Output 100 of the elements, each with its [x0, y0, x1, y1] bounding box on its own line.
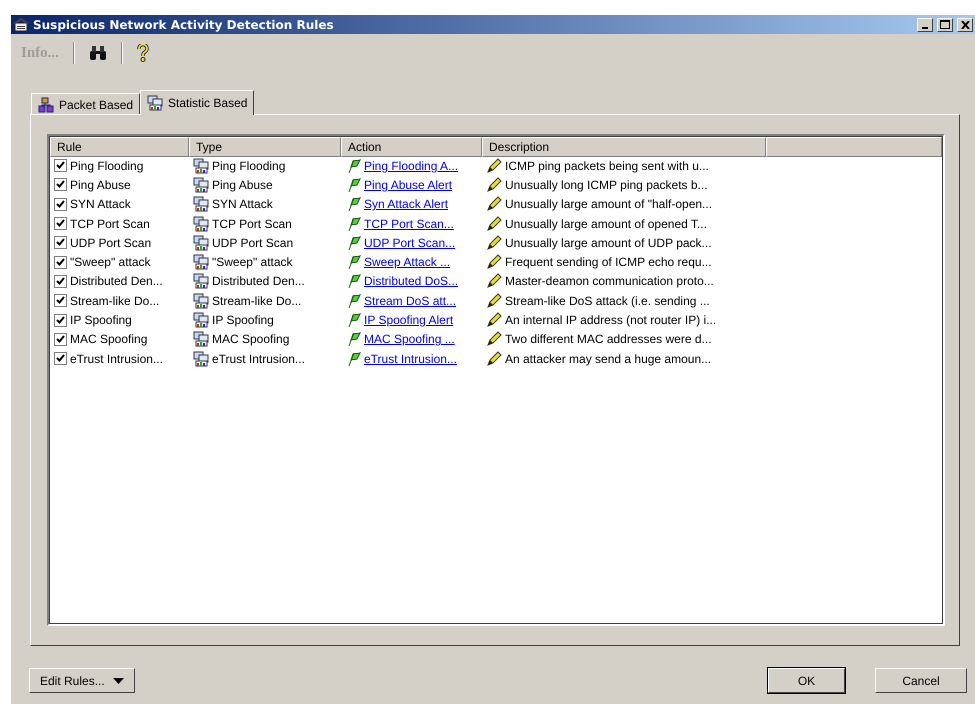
action-link[interactable]: Syn Attack Alert [364, 197, 448, 212]
pencil-icon [486, 312, 502, 328]
checkbox[interactable] [54, 198, 67, 211]
rule-type: IP Spoofing [212, 313, 274, 328]
rule-type: eTrust Intrusion... [212, 352, 305, 366]
rule-description: ICMP ping packets being sent with u... [505, 158, 709, 173]
rule-name: Ping Flooding [70, 158, 144, 173]
rule-name: UDP Port Scan [70, 236, 152, 250]
checkbox[interactable] [54, 294, 67, 308]
chart-monitor-icon [193, 196, 209, 212]
chart-monitor-icon [193, 176, 209, 193]
checkbox[interactable] [54, 256, 67, 269]
close-button[interactable] [957, 18, 973, 32]
network-nodes-icon [38, 96, 54, 112]
close-icon [960, 20, 970, 28]
column-header[interactable]: Description [482, 137, 766, 157]
action-link[interactable]: Sweep Attack ... [364, 255, 450, 270]
checkbox[interactable] [54, 217, 67, 230]
column-header[interactable]: Type [189, 137, 341, 157]
chart-monitor-icon [193, 331, 209, 348]
rule-type: "Sweep" attack [212, 255, 293, 270]
rule-description: Master-deamon communication proto... [505, 274, 714, 288]
rule-name: SYN Attack [70, 197, 131, 212]
chart-monitor-icon [193, 234, 209, 251]
column-header[interactable] [766, 137, 942, 157]
action-link[interactable]: Distributed DoS... [364, 274, 458, 288]
rule-name: Ping Abuse [70, 178, 131, 192]
checkbox[interactable] [54, 236, 67, 250]
rule-type: Distributed Den... [212, 274, 305, 288]
action-link[interactable]: UDP Port Scan... [364, 236, 456, 250]
rule-description: Stream-like DoS attack (i.e. sending ... [505, 294, 710, 308]
maximize-button[interactable] [937, 18, 953, 32]
rule-description: An internal IP address (not router IP) i... [505, 313, 716, 328]
rule-type: MAC Spoofing [212, 332, 290, 346]
checkbox[interactable] [54, 159, 67, 172]
action-link[interactable]: Ping Flooding A... [364, 158, 458, 173]
column-header[interactable]: Rule [50, 137, 189, 157]
rule-description: Two different MAC addresses were d... [505, 332, 712, 346]
cancel-button[interactable]: Cancel [875, 668, 967, 693]
rule-name: eTrust Intrusion... [70, 352, 163, 366]
rule-type: SYN Attack [212, 197, 273, 212]
action-link[interactable]: eTrust Intrusion... [364, 352, 457, 366]
chart-monitor-icon [193, 158, 209, 174]
checkbox[interactable] [54, 352, 67, 366]
tab[interactable]: Statistic Based [140, 90, 254, 115]
maximize-icon [940, 20, 950, 29]
rule-type: Stream-like Do... [212, 294, 302, 308]
rule-description: Unusually large amount of opened T... [505, 216, 707, 231]
column-header[interactable]: Action [341, 137, 482, 157]
pencil-icon [486, 254, 502, 270]
action-link[interactable]: IP Spoofing Alert [364, 313, 454, 328]
check-icon [56, 354, 65, 364]
rule-description: Frequent sending of ICMP echo requ... [505, 255, 712, 270]
rule-name: TCP Port Scan [70, 216, 150, 231]
rule-description: An attacker may send a huge amoun... [505, 352, 712, 366]
rule-name: "Sweep" attack [70, 255, 151, 270]
rule-type: UDP Port Scan [212, 236, 294, 250]
checkbox[interactable] [54, 274, 67, 288]
rule-name: MAC Spoofing [70, 332, 148, 346]
action-link[interactable]: Stream DoS att... [364, 294, 456, 308]
rule-type: Ping Flooding [212, 158, 286, 173]
window-app-icon [13, 18, 29, 32]
action-link[interactable]: TCP Port Scan... [364, 216, 454, 231]
window-title: Suspicious Network Activity Detection Rules [33, 18, 335, 32]
pencil-icon [486, 292, 502, 309]
dropdown-caret-icon [112, 678, 124, 684]
tab[interactable]: Packet Based [31, 93, 140, 115]
help-question-icon[interactable] [136, 44, 149, 62]
rule-name: Stream-like Do... [70, 294, 160, 308]
action-link[interactable]: MAC Spoofing ... [364, 332, 455, 346]
chart-monitor-icon [193, 273, 209, 290]
rule-name: Distributed Den... [70, 274, 163, 288]
action-link[interactable]: Ping Abuse Alert [364, 178, 452, 192]
check-icon [56, 200, 65, 209]
pencil-icon [486, 158, 502, 174]
rule-type: TCP Port Scan [212, 216, 292, 231]
chart-monitor-icon [147, 95, 164, 111]
chart-monitor-icon [193, 292, 209, 309]
rule-name: IP Spoofing [70, 313, 132, 328]
binoculars-icon[interactable] [88, 46, 107, 60]
pencil-icon [486, 273, 502, 290]
rule-description: Unusually large amount of "half-open... [505, 197, 712, 212]
checkbox[interactable] [54, 178, 67, 192]
pencil-icon [486, 350, 502, 367]
chart-monitor-icon [193, 350, 209, 367]
pencil-icon [486, 196, 502, 212]
chart-monitor-icon [193, 312, 209, 328]
check-icon [56, 296, 65, 306]
pencil-icon [486, 216, 502, 232]
ok-button[interactable]: OK [768, 668, 845, 693]
chart-monitor-icon [193, 254, 209, 270]
chart-monitor-icon [193, 216, 209, 232]
rule-description: Unusually long ICMP ping packets b... [505, 178, 708, 192]
minimize-button[interactable] [917, 18, 933, 32]
pencil-icon [486, 331, 502, 348]
edit-rules-button[interactable]: Edit Rules... [29, 668, 135, 693]
rule-type: Ping Abuse [212, 178, 273, 192]
checkbox[interactable] [54, 332, 67, 346]
pencil-icon [486, 234, 502, 251]
checkbox[interactable] [54, 314, 67, 327]
